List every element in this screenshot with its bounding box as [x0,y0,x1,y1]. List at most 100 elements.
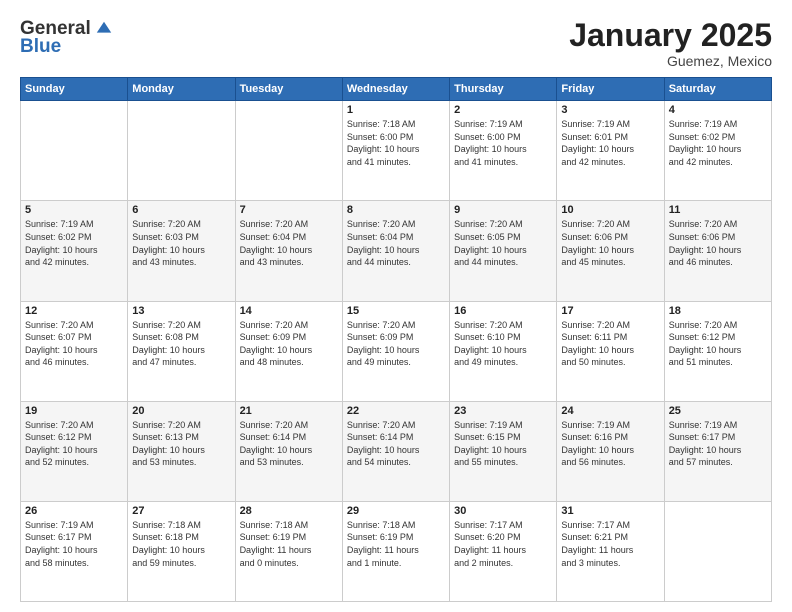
day-number: 22 [347,405,445,417]
weekday-header: Saturday [664,78,771,101]
day-info: Sunrise: 7:19 AM Sunset: 6:00 PM Dayligh… [454,118,552,168]
day-number: 24 [561,405,659,417]
day-info: Sunrise: 7:17 AM Sunset: 6:20 PM Dayligh… [454,519,552,569]
day-number: 27 [132,505,230,517]
day-number: 13 [132,305,230,317]
day-number: 19 [25,405,123,417]
weekday-header: Monday [128,78,235,101]
day-info: Sunrise: 7:18 AM Sunset: 6:18 PM Dayligh… [132,519,230,569]
calendar-cell: 13 Sunrise: 7:20 AM Sunset: 6:08 PM Dayli… [128,301,235,401]
calendar-cell [128,101,235,201]
day-info: Sunrise: 7:20 AM Sunset: 6:06 PM Dayligh… [669,218,767,268]
calendar-cell: 26 Sunrise: 7:19 AM Sunset: 6:17 PM Dayli… [21,501,128,601]
calendar-cell: 22 Sunrise: 7:20 AM Sunset: 6:14 PM Dayli… [342,401,449,501]
calendar-title: January 2025 [569,18,772,53]
day-number: 15 [347,305,445,317]
calendar-cell: 31Sunrise: 7:17 AM Sunset: 6:21 PM Dayli… [557,501,664,601]
day-info: Sunrise: 7:20 AM Sunset: 6:12 PM Dayligh… [669,319,767,369]
day-info: Sunrise: 7:20 AM Sunset: 6:06 PM Dayligh… [561,218,659,268]
day-info: Sunrise: 7:20 AM Sunset: 6:14 PM Dayligh… [240,419,338,469]
calendar-week-row: 5 Sunrise: 7:19 AM Sunset: 6:02 PM Daylig… [21,201,772,301]
header: General Blue January 2025 Guemez, Mexico [20,18,772,69]
day-number: 14 [240,305,338,317]
day-info: Sunrise: 7:20 AM Sunset: 6:13 PM Dayligh… [132,419,230,469]
day-number: 4 [669,104,767,116]
calendar-cell: 4 Sunrise: 7:19 AM Sunset: 6:02 PM Daylig… [664,101,771,201]
calendar-cell: 17 Sunrise: 7:20 AM Sunset: 6:11 PM Dayli… [557,301,664,401]
day-number: 20 [132,405,230,417]
day-number: 10 [561,204,659,216]
day-number: 7 [240,204,338,216]
page: General Blue January 2025 Guemez, Mexico… [0,0,792,612]
calendar-cell: 19 Sunrise: 7:20 AM Sunset: 6:12 PM Dayli… [21,401,128,501]
calendar-cell: 24Sunrise: 7:19 AM Sunset: 6:16 PM Dayli… [557,401,664,501]
weekday-header: Wednesday [342,78,449,101]
calendar-week-row: 19 Sunrise: 7:20 AM Sunset: 6:12 PM Dayli… [21,401,772,501]
calendar-cell: 20 Sunrise: 7:20 AM Sunset: 6:13 PM Dayli… [128,401,235,501]
day-number: 5 [25,204,123,216]
calendar-cell [21,101,128,201]
day-info: Sunrise: 7:19 AM Sunset: 6:15 PM Dayligh… [454,419,552,469]
calendar-cell: 27 Sunrise: 7:18 AM Sunset: 6:18 PM Dayli… [128,501,235,601]
calendar-week-row: 26 Sunrise: 7:19 AM Sunset: 6:17 PM Dayli… [21,501,772,601]
calendar-cell: 29 Sunrise: 7:18 AM Sunset: 6:19 PM Dayli… [342,501,449,601]
calendar-cell: 3 Sunrise: 7:19 AM Sunset: 6:01 PM Daylig… [557,101,664,201]
day-info: Sunrise: 7:20 AM Sunset: 6:12 PM Dayligh… [25,419,123,469]
calendar-cell: 15 Sunrise: 7:20 AM Sunset: 6:09 PM Dayli… [342,301,449,401]
calendar-cell: 14 Sunrise: 7:20 AM Sunset: 6:09 PM Dayli… [235,301,342,401]
calendar-cell: 21 Sunrise: 7:20 AM Sunset: 6:14 PM Dayli… [235,401,342,501]
day-number: 1 [347,104,445,116]
day-number: 21 [240,405,338,417]
day-info: Sunrise: 7:20 AM Sunset: 6:09 PM Dayligh… [240,319,338,369]
calendar-cell: 11 Sunrise: 7:20 AM Sunset: 6:06 PM Dayli… [664,201,771,301]
calendar-cell: 1 Sunrise: 7:18 AM Sunset: 6:00 PM Daylig… [342,101,449,201]
day-number: 26 [25,505,123,517]
calendar-cell [664,501,771,601]
day-number: 17 [561,305,659,317]
weekday-header-row: SundayMondayTuesdayWednesdayThursdayFrid… [21,78,772,101]
day-info: Sunrise: 7:20 AM Sunset: 6:11 PM Dayligh… [561,319,659,369]
day-info: Sunrise: 7:20 AM Sunset: 6:08 PM Dayligh… [132,319,230,369]
day-info: Sunrise: 7:18 AM Sunset: 6:19 PM Dayligh… [347,519,445,569]
day-number: 28 [240,505,338,517]
weekday-header: Friday [557,78,664,101]
logo-blue: Blue [20,36,61,58]
day-number: 23 [454,405,552,417]
day-info: Sunrise: 7:20 AM Sunset: 6:05 PM Dayligh… [454,218,552,268]
day-info: Sunrise: 7:20 AM Sunset: 6:07 PM Dayligh… [25,319,123,369]
calendar-cell: 2Sunrise: 7:19 AM Sunset: 6:00 PM Daylig… [450,101,557,201]
weekday-header: Tuesday [235,78,342,101]
day-info: Sunrise: 7:20 AM Sunset: 6:10 PM Dayligh… [454,319,552,369]
title-block: January 2025 Guemez, Mexico [569,18,772,69]
day-info: Sunrise: 7:19 AM Sunset: 6:17 PM Dayligh… [25,519,123,569]
day-info: Sunrise: 7:20 AM Sunset: 6:04 PM Dayligh… [347,218,445,268]
day-info: Sunrise: 7:20 AM Sunset: 6:09 PM Dayligh… [347,319,445,369]
logo: General Blue [20,18,113,58]
calendar-cell: 8Sunrise: 7:20 AM Sunset: 6:04 PM Daylig… [342,201,449,301]
day-info: Sunrise: 7:17 AM Sunset: 6:21 PM Dayligh… [561,519,659,569]
day-number: 11 [669,204,767,216]
calendar-cell [235,101,342,201]
day-info: Sunrise: 7:19 AM Sunset: 6:01 PM Dayligh… [561,118,659,168]
day-info: Sunrise: 7:19 AM Sunset: 6:02 PM Dayligh… [669,118,767,168]
day-info: Sunrise: 7:18 AM Sunset: 6:00 PM Dayligh… [347,118,445,168]
day-number: 3 [561,104,659,116]
day-info: Sunrise: 7:20 AM Sunset: 6:14 PM Dayligh… [347,419,445,469]
day-number: 30 [454,505,552,517]
calendar-table: SundayMondayTuesdayWednesdayThursdayFrid… [20,77,772,602]
calendar-subtitle: Guemez, Mexico [569,53,772,69]
day-info: Sunrise: 7:20 AM Sunset: 6:03 PM Dayligh… [132,218,230,268]
day-number: 29 [347,505,445,517]
day-number: 9 [454,204,552,216]
calendar-cell: 23 Sunrise: 7:19 AM Sunset: 6:15 PM Dayli… [450,401,557,501]
calendar-cell: 6Sunrise: 7:20 AM Sunset: 6:03 PM Daylig… [128,201,235,301]
calendar-week-row: 12Sunrise: 7:20 AM Sunset: 6:07 PM Dayli… [21,301,772,401]
calendar-cell: 7 Sunrise: 7:20 AM Sunset: 6:04 PM Daylig… [235,201,342,301]
day-info: Sunrise: 7:18 AM Sunset: 6:19 PM Dayligh… [240,519,338,569]
calendar-week-row: 1 Sunrise: 7:18 AM Sunset: 6:00 PM Daylig… [21,101,772,201]
day-info: Sunrise: 7:19 AM Sunset: 6:02 PM Dayligh… [25,218,123,268]
day-info: Sunrise: 7:20 AM Sunset: 6:04 PM Dayligh… [240,218,338,268]
day-number: 25 [669,405,767,417]
calendar-cell: 18Sunrise: 7:20 AM Sunset: 6:12 PM Dayli… [664,301,771,401]
calendar-cell: 5 Sunrise: 7:19 AM Sunset: 6:02 PM Daylig… [21,201,128,301]
